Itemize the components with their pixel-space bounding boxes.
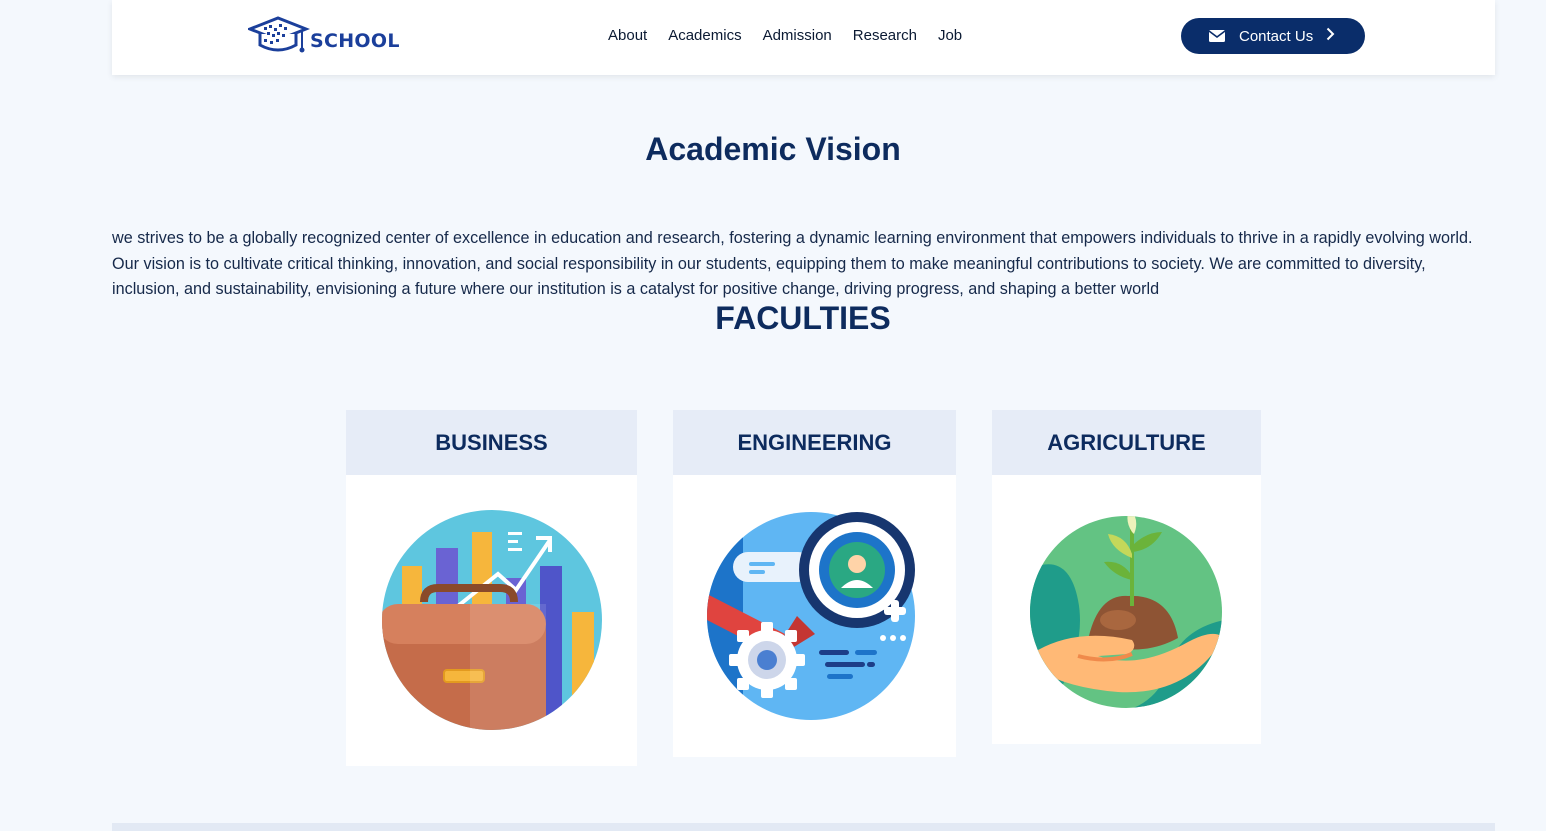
nav-about[interactable]: About (608, 26, 647, 46)
academic-vision-title: Academic Vision (645, 131, 901, 167)
footer-section-edge (112, 823, 1495, 831)
nav-job[interactable]: Job (938, 26, 962, 46)
faculty-card-engineering[interactable]: ENGINEERING (673, 410, 956, 757)
faculty-card-title: ENGINEERING (673, 410, 956, 475)
chevron-right-icon (1326, 27, 1335, 46)
site-header: SCHOOL About Academics Admission Researc… (112, 0, 1495, 75)
faculties-title: FACULTIES (715, 300, 891, 336)
main-nav: About Academics Admission Research Job (608, 26, 983, 46)
gear-magnifier-icon (707, 512, 915, 720)
graduation-cap-icon (248, 16, 310, 53)
nav-admission[interactable]: Admission (763, 26, 832, 46)
nav-research[interactable]: Research (853, 26, 917, 46)
contact-us-label: Contact Us (1239, 27, 1314, 45)
plant-in-hands-icon (1030, 516, 1222, 708)
faculty-card-agriculture[interactable]: AGRICULTURE (992, 410, 1261, 744)
faculty-card-title: AGRICULTURE (992, 410, 1261, 475)
contact-us-button[interactable]: Contact Us (1181, 18, 1365, 54)
nav-academics[interactable]: Academics (668, 26, 741, 46)
academic-vision-text: we strives to be a globally recognized c… (112, 229, 1473, 298)
school-logo[interactable]: SCHOOL (248, 14, 399, 56)
briefcase-chart-icon (382, 510, 602, 730)
envelope-icon (1209, 30, 1225, 42)
faculty-card-business[interactable]: BUSINESS (346, 410, 637, 766)
logo-text: SCHOOL (310, 30, 400, 52)
faculty-card-title: BUSINESS (346, 410, 637, 475)
